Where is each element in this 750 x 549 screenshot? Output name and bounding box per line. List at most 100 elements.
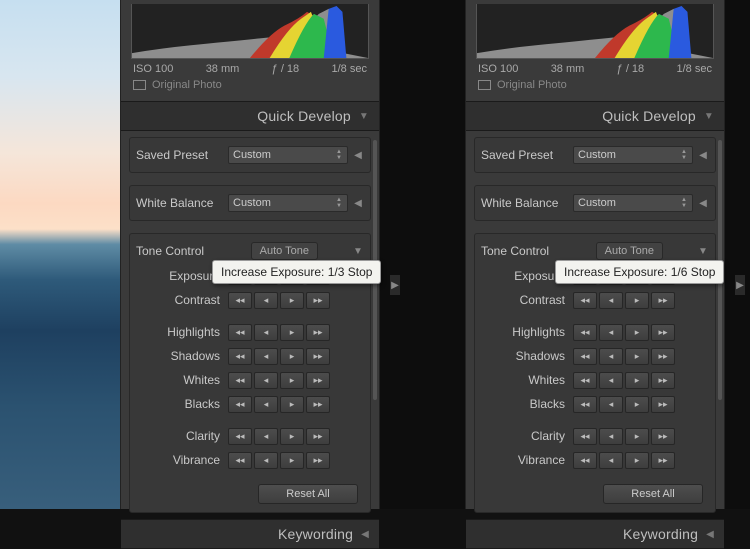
clarity-inc-large[interactable]: ▸▸: [651, 428, 675, 445]
highlights-inc-large[interactable]: ▸▸: [651, 324, 675, 341]
saved-preset-value: Custom: [578, 149, 616, 161]
highlights-inc-small[interactable]: ▸: [625, 324, 649, 341]
blacks-dec-large[interactable]: ◂◂: [228, 396, 252, 413]
panel-expander-icon[interactable]: ▶: [390, 275, 400, 295]
disclosure-icon[interactable]: ◀: [697, 150, 709, 161]
panel-gap: [725, 0, 750, 509]
disclosure-icon[interactable]: ◀: [352, 198, 364, 209]
auto-tone-button[interactable]: Auto Tone: [251, 242, 318, 260]
highlights-dec-small[interactable]: ◂: [599, 324, 623, 341]
updown-icon: ▲▼: [333, 195, 345, 211]
white-balance-select[interactable]: Custom ▲▼: [573, 194, 693, 212]
clarity-dec-large[interactable]: ◂◂: [228, 428, 252, 445]
disclosure-icon[interactable]: ◀: [352, 150, 364, 161]
quick-develop-header[interactable]: Quick Develop ▼: [466, 101, 724, 131]
auto-tone-button[interactable]: Auto Tone: [596, 242, 663, 260]
panel-expander-icon[interactable]: ▶: [735, 275, 745, 295]
histogram[interactable]: [476, 4, 714, 59]
original-photo-icon[interactable]: [478, 80, 491, 90]
contrast-inc-large[interactable]: ▸▸: [651, 292, 675, 309]
shadows-dec-large[interactable]: ◂◂: [573, 348, 597, 365]
original-photo-label: Original Photo: [152, 79, 222, 91]
shadows-dec-large[interactable]: ◂◂: [228, 348, 252, 365]
blacks-inc-large[interactable]: ▸▸: [651, 396, 675, 413]
tone-control-label: Tone Control: [136, 244, 228, 258]
chevron-down-icon: ▼: [704, 111, 714, 122]
contrast-inc-large[interactable]: ▸▸: [306, 292, 330, 309]
clarity-dec-small[interactable]: ◂: [599, 428, 623, 445]
clarity-inc-small[interactable]: ▸: [280, 428, 304, 445]
whites-inc-large[interactable]: ▸▸: [306, 372, 330, 389]
histogram[interactable]: [131, 4, 369, 59]
clarity-inc-large[interactable]: ▸▸: [306, 428, 330, 445]
quick-develop-header[interactable]: Quick Develop ▼: [121, 101, 379, 131]
shadows-inc-large[interactable]: ▸▸: [306, 348, 330, 365]
white-balance-value: Custom: [578, 197, 616, 209]
shadows-inc-small[interactable]: ▸: [280, 348, 304, 365]
blacks-inc-small[interactable]: ▸: [625, 396, 649, 413]
vibrance-dec-small[interactable]: ◂: [254, 452, 278, 469]
highlights-inc-large[interactable]: ▸▸: [306, 324, 330, 341]
shadows-dec-small[interactable]: ◂: [599, 348, 623, 365]
chevron-down-icon[interactable]: ▼: [352, 246, 364, 257]
keywording-header[interactable]: Keywording ◀: [466, 519, 724, 549]
blacks-dec-small[interactable]: ◂: [254, 396, 278, 413]
histogram-meta: ISO 100 38 mm ƒ / 18 1/8 sec: [476, 59, 714, 77]
contrast-dec-large[interactable]: ◂◂: [228, 292, 252, 309]
whites-inc-large[interactable]: ▸▸: [651, 372, 675, 389]
clarity-dec-small[interactable]: ◂: [254, 428, 278, 445]
tooltip: Increase Exposure: 1/3 Stop: [212, 260, 381, 284]
vibrance-inc-small[interactable]: ▸: [280, 452, 304, 469]
whites-inc-small[interactable]: ▸: [625, 372, 649, 389]
whites-dec-large[interactable]: ◂◂: [573, 372, 597, 389]
section-title: Quick Develop: [257, 108, 351, 124]
vibrance-dec-large[interactable]: ◂◂: [573, 452, 597, 469]
chevron-down-icon: ▼: [359, 111, 369, 122]
saved-preset-select[interactable]: Custom ▲▼: [228, 146, 348, 164]
white-balance-select[interactable]: Custom ▲▼: [228, 194, 348, 212]
disclosure-icon[interactable]: ◀: [697, 198, 709, 209]
original-photo-label: Original Photo: [497, 79, 567, 91]
contrast-dec-small[interactable]: ◂: [599, 292, 623, 309]
blacks-inc-small[interactable]: ▸: [280, 396, 304, 413]
saved-preset-select[interactable]: Custom ▲▼: [573, 146, 693, 164]
blacks-label: Blacks: [136, 397, 228, 411]
tone-control-label: Tone Control: [481, 244, 573, 258]
highlights-dec-large[interactable]: ◂◂: [573, 324, 597, 341]
vibrance-inc-large[interactable]: ▸▸: [651, 452, 675, 469]
clarity-inc-small[interactable]: ▸: [625, 428, 649, 445]
blacks-dec-small[interactable]: ◂: [599, 396, 623, 413]
shadows-inc-small[interactable]: ▸: [625, 348, 649, 365]
chevron-left-icon: ◀: [361, 529, 369, 540]
blacks-dec-large[interactable]: ◂◂: [573, 396, 597, 413]
contrast-inc-small[interactable]: ▸: [625, 292, 649, 309]
saved-preset-label: Saved Preset: [481, 148, 573, 162]
whites-inc-small[interactable]: ▸: [280, 372, 304, 389]
vibrance-dec-small[interactable]: ◂: [599, 452, 623, 469]
reset-all-button[interactable]: Reset All: [258, 484, 358, 504]
clarity-label: Clarity: [136, 429, 228, 443]
keywording-header[interactable]: Keywording ◀: [121, 519, 379, 549]
blacks-inc-large[interactable]: ▸▸: [306, 396, 330, 413]
saved-preset-value: Custom: [233, 149, 271, 161]
highlights-dec-small[interactable]: ◂: [254, 324, 278, 341]
highlights-inc-small[interactable]: ▸: [280, 324, 304, 341]
highlights-dec-large[interactable]: ◂◂: [228, 324, 252, 341]
contrast-dec-small[interactable]: ◂: [254, 292, 278, 309]
shadows-dec-small[interactable]: ◂: [254, 348, 278, 365]
focal-value: 38 mm: [206, 63, 240, 75]
original-photo-icon[interactable]: [133, 80, 146, 90]
whites-dec-small[interactable]: ◂: [254, 372, 278, 389]
vibrance-inc-small[interactable]: ▸: [625, 452, 649, 469]
whites-dec-small[interactable]: ◂: [599, 372, 623, 389]
whites-dec-large[interactable]: ◂◂: [228, 372, 252, 389]
contrast-dec-large[interactable]: ◂◂: [573, 292, 597, 309]
vibrance-dec-large[interactable]: ◂◂: [228, 452, 252, 469]
clarity-dec-large[interactable]: ◂◂: [573, 428, 597, 445]
vibrance-inc-large[interactable]: ▸▸: [306, 452, 330, 469]
shadows-inc-large[interactable]: ▸▸: [651, 348, 675, 365]
contrast-inc-small[interactable]: ▸: [280, 292, 304, 309]
section-title: Keywording: [623, 526, 698, 542]
reset-all-button[interactable]: Reset All: [603, 484, 703, 504]
chevron-down-icon[interactable]: ▼: [697, 246, 709, 257]
